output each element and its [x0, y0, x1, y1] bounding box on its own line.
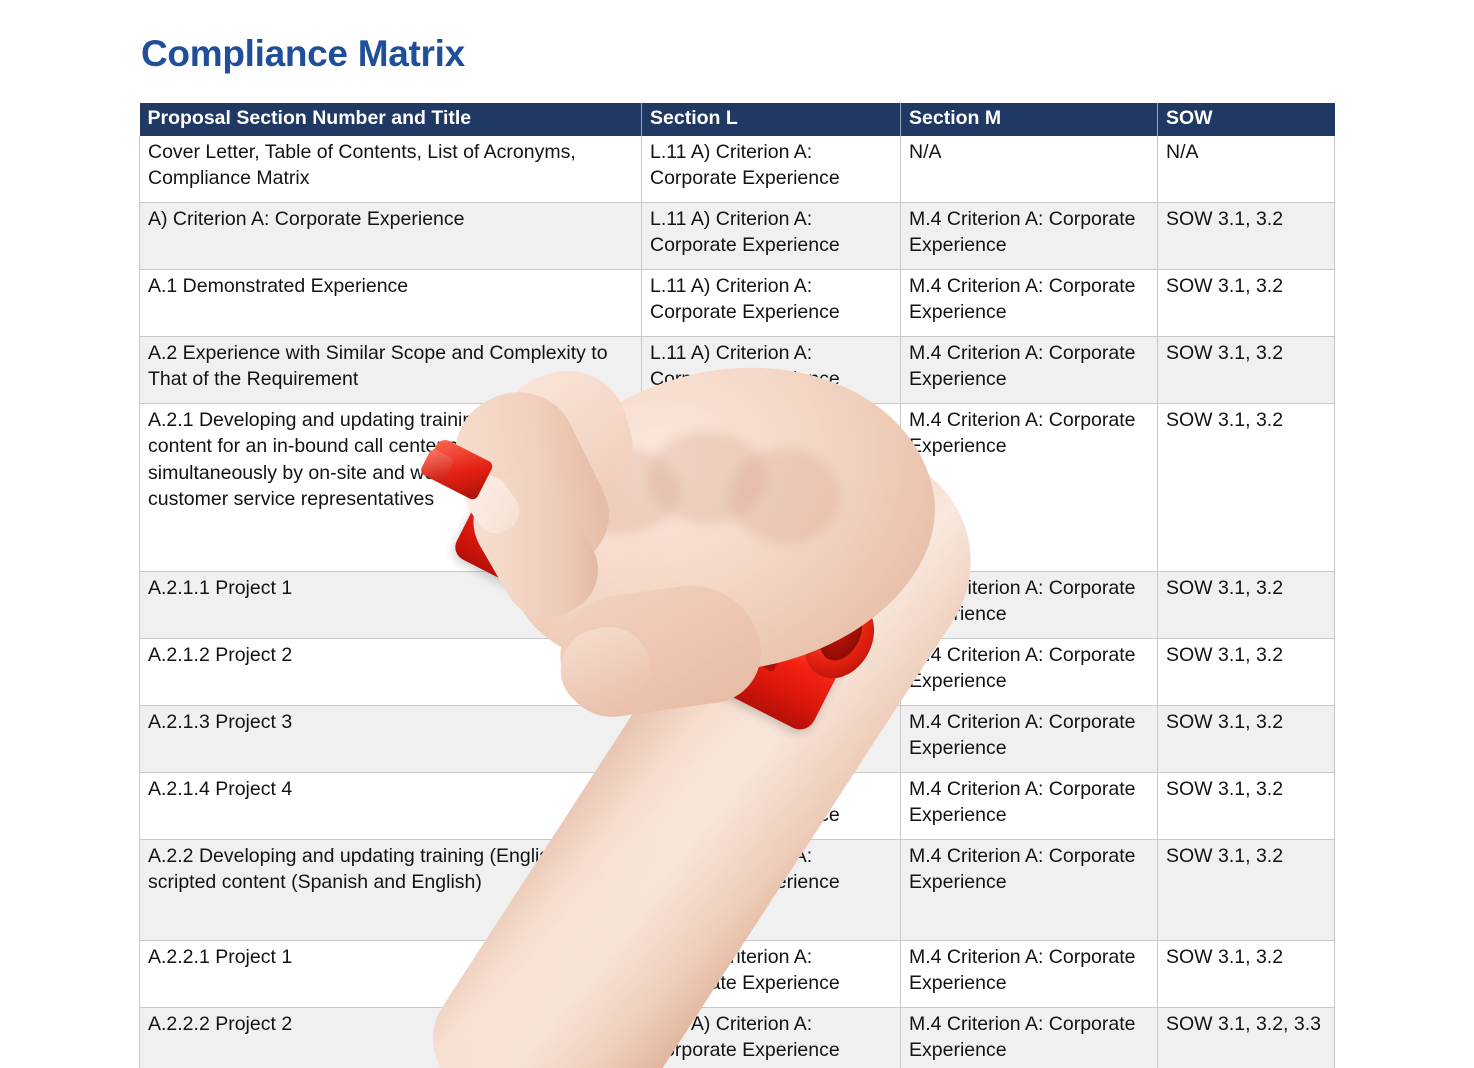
table-row: A.2.1.3 Project 3 L.11 A) Criterion A: C…: [139, 705, 1335, 774]
table-header-row: Proposal Section Number and Title Sectio…: [139, 103, 1335, 136]
table-row: Cover Letter, Table of Contents, List of…: [139, 135, 1335, 204]
table-row: A.2.2.2 Project 2 L.11 A) Criterion A: C…: [139, 1007, 1335, 1068]
compliance-matrix-table-wrapper: Proposal Section Number and Title Sectio…: [139, 103, 1335, 1068]
page-title: Compliance Matrix: [141, 33, 465, 74]
cell-section-l: L.11 A) Criterion A: Corporate Experienc…: [641, 839, 901, 942]
cell-section: A.2.1 Developing and updating training a…: [139, 403, 642, 573]
cell-section-m: M.4 Criterion A: Corporate Experience: [900, 202, 1158, 271]
cell-section-m: M.4 Criterion A: Corporate Experience: [900, 336, 1158, 405]
table-body: Cover Letter, Table of Contents, List of…: [139, 135, 1335, 1068]
cell-section-l: L.11 A) Criterion A: Corporate Experienc…: [641, 772, 901, 841]
table-row: A.2.1.4 Project 4 L.11 A) Criterion A: C…: [139, 772, 1335, 841]
cell-sow: SOW 3.1, 3.2: [1157, 336, 1335, 405]
cell-section-l: L.11 A) Criterion A: Corporate Experienc…: [641, 571, 901, 640]
cell-sow: SOW 3.1, 3.2: [1157, 705, 1335, 774]
cell-section-m: M.4 Criterion A: Corporate Experience: [900, 571, 1158, 640]
cell-sow: SOW 3.1, 3.2: [1157, 772, 1335, 841]
cell-section-m: M.4 Criterion A: Corporate Experience: [900, 839, 1158, 942]
cell-section: A) Criterion A: Corporate Experience: [139, 202, 642, 271]
cell-sow: SOW 3.1, 3.2: [1157, 839, 1335, 942]
table-row: A) Criterion A: Corporate Experience L.1…: [139, 202, 1335, 271]
cell-section: Cover Letter, Table of Contents, List of…: [139, 135, 642, 204]
cell-sow: SOW 3.1, 3.2: [1157, 269, 1335, 338]
column-header-section: Proposal Section Number and Title: [139, 103, 642, 136]
cell-section-l: L.11 A) Criterion A: Corporate Experienc…: [641, 336, 901, 405]
table-row: A.2 Experience with Similar Scope and Co…: [139, 336, 1335, 405]
cell-section-m: N/A: [900, 135, 1158, 204]
cell-sow: SOW 3.1, 3.2: [1157, 571, 1335, 640]
cell-section-m: M.4 Criterion A: Corporate Experience: [900, 638, 1158, 707]
cell-sow: SOW 3.1, 3.2: [1157, 638, 1335, 707]
table-row: A.2.1 Developing and updating training a…: [139, 403, 1335, 573]
cell-sow: SOW 3.1, 3.2, 3.3: [1157, 1007, 1335, 1068]
cell-section: A.2.2 Developing and updating training (…: [139, 839, 642, 942]
table-row: A.1 Demonstrated Experience L.11 A) Crit…: [139, 269, 1335, 338]
cell-section: A.2.2.2 Project 2: [139, 1007, 642, 1068]
cell-section: A.1 Demonstrated Experience: [139, 269, 642, 338]
column-header-sow: SOW: [1157, 103, 1335, 136]
cell-section-m: M.4 Criterion A: Corporate Experience: [900, 269, 1158, 338]
table-row: A.2.2.1 Project 1 L.11 A) Criterion A: C…: [139, 940, 1335, 1009]
cell-section-l: L.11 A) Criterion A: Corporate Experienc…: [641, 1007, 901, 1068]
cell-sow: N/A: [1157, 135, 1335, 204]
cell-section-l: L.11 A) Criterion A: Corporate Experienc…: [641, 705, 901, 774]
cell-section-m: M.4 Criterion A: Corporate Experience: [900, 772, 1158, 841]
cell-section: A.2.1.2 Project 2: [139, 638, 642, 707]
cell-section-l: L.11 A) Criterion A: Corporate Experienc…: [641, 638, 901, 707]
compliance-matrix-table: Proposal Section Number and Title Sectio…: [139, 103, 1335, 1068]
column-header-section-l: Section L: [641, 103, 901, 136]
table-row: A.2.1.1 Project 1 L.11 A) Criterion A: C…: [139, 571, 1335, 640]
cell-section-l: L.11 A) Criterion A: Corporate Experienc…: [641, 269, 901, 338]
cell-section-l: L.11 A) Criterion A: Corporate Experienc…: [641, 202, 901, 271]
cell-section-l: L.11 A) Criterion A: Corporate Experienc…: [641, 403, 901, 573]
cell-section-m: M.4 Criterion A: Corporate Experience: [900, 705, 1158, 774]
cell-section: A.2 Experience with Similar Scope and Co…: [139, 336, 642, 405]
cell-sow: SOW 3.1, 3.2: [1157, 202, 1335, 271]
cell-section: A.2.1.4 Project 4: [139, 772, 642, 841]
cell-section-l: L.11 A) Criterion A: Corporate Experienc…: [641, 940, 901, 1009]
cell-section-m: M.4 Criterion A: Corporate Experience: [900, 403, 1158, 573]
cell-section: A.2.2.1 Project 1: [139, 940, 642, 1009]
table-row: A.2.2 Developing and updating training (…: [139, 839, 1335, 942]
cell-section-m: M.4 Criterion A: Corporate Experience: [900, 940, 1158, 1009]
cell-sow: SOW 3.1, 3.2: [1157, 940, 1335, 1009]
document-page: Compliance Matrix Proposal Section Numbe…: [0, 0, 1474, 1068]
cell-sow: SOW 3.1, 3.2: [1157, 403, 1335, 573]
cell-section: A.2.1.3 Project 3: [139, 705, 642, 774]
cell-section-l: L.11 A) Criterion A: Corporate Experienc…: [641, 135, 901, 204]
column-header-section-m: Section M: [900, 103, 1158, 136]
cell-section: A.2.1.1 Project 1: [139, 571, 642, 640]
cell-section-m: M.4 Criterion A: Corporate Experience: [900, 1007, 1158, 1068]
table-header: Proposal Section Number and Title Sectio…: [139, 103, 1335, 136]
table-row: A.2.1.2 Project 2 L.11 A) Criterion A: C…: [139, 638, 1335, 707]
